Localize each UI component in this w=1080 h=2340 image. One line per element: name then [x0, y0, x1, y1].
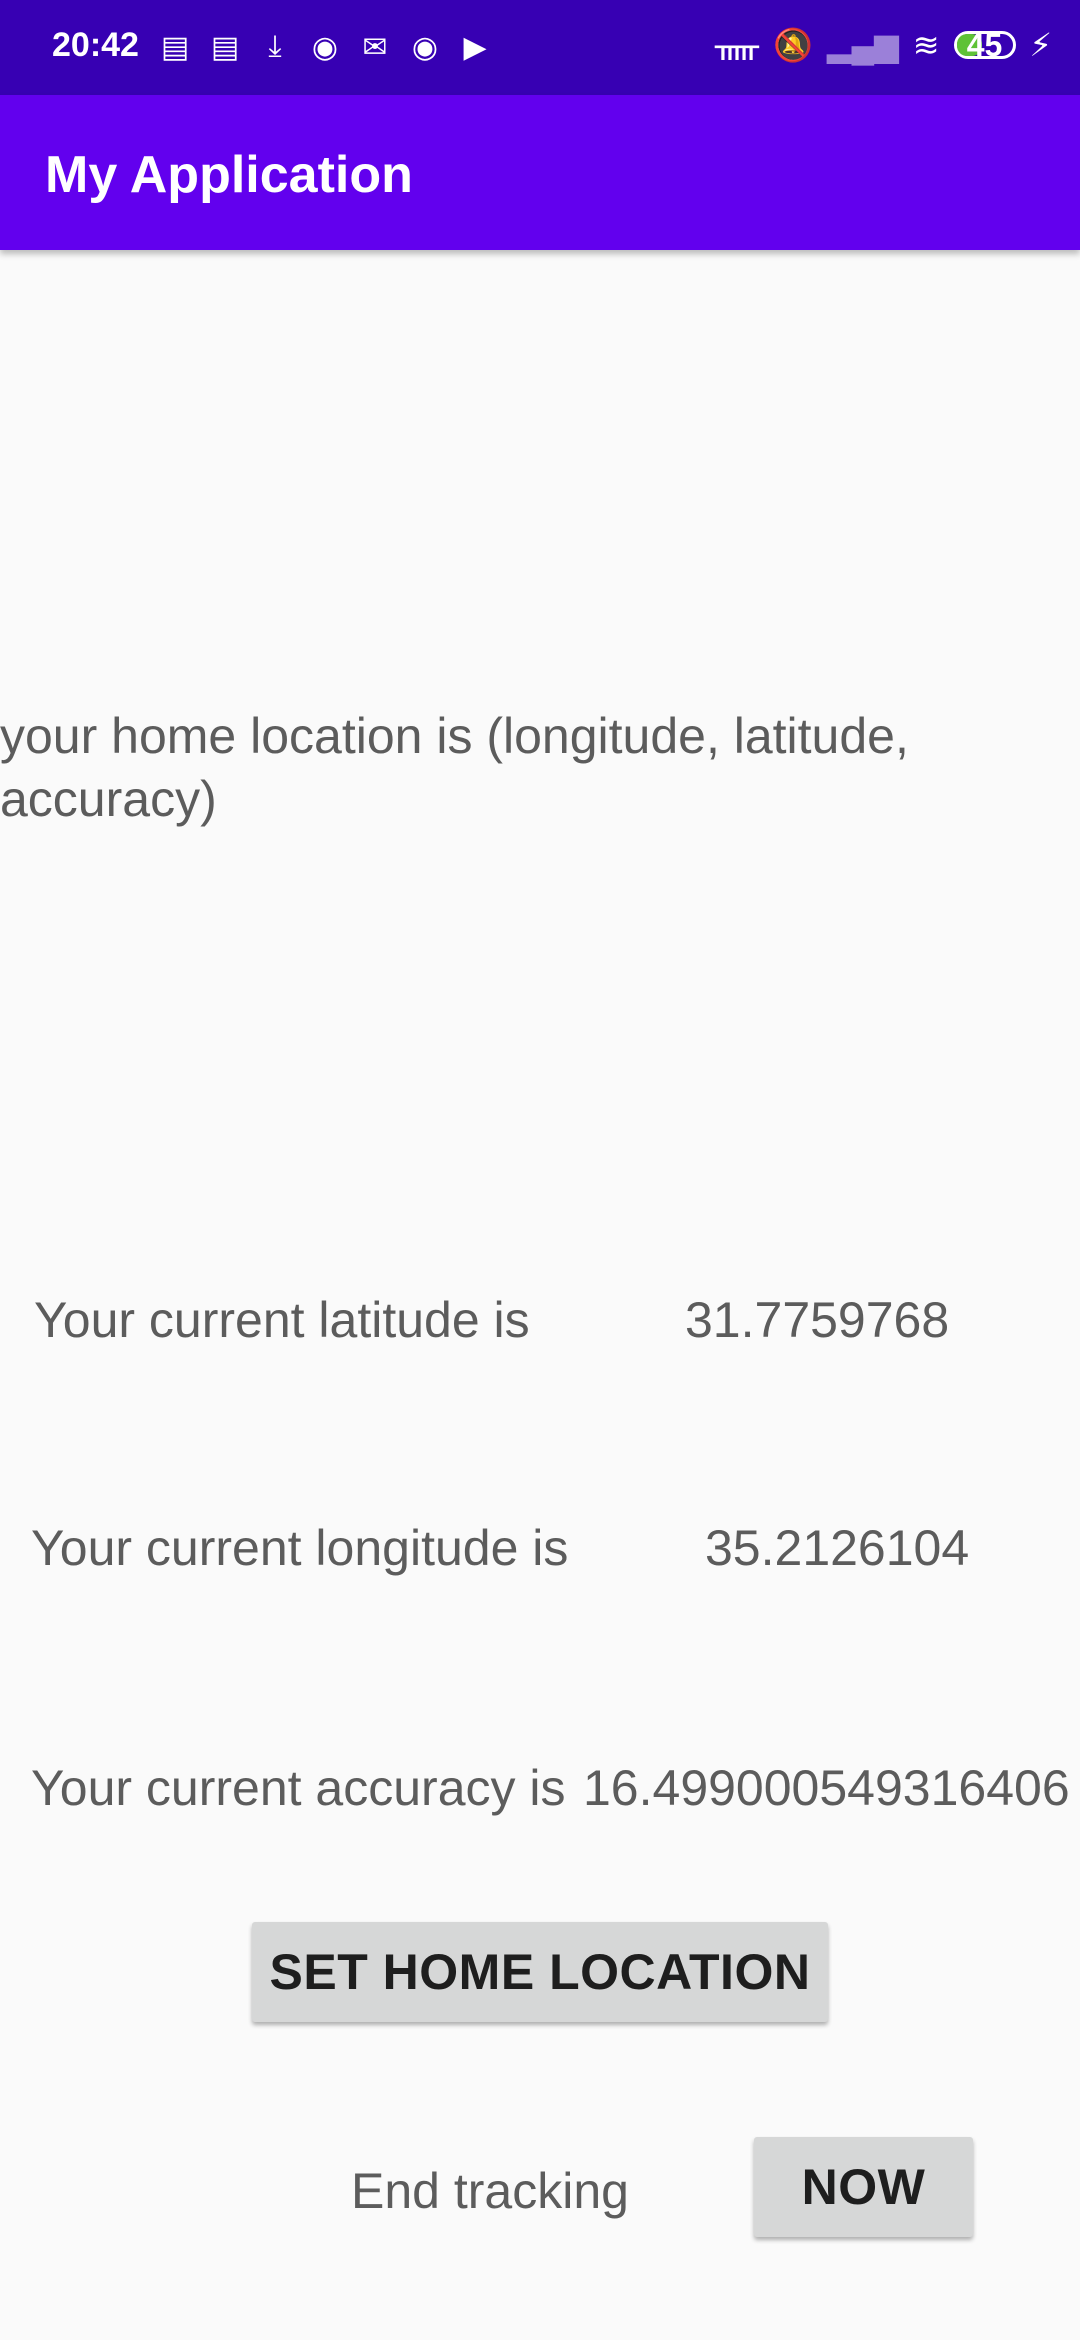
battery-level: 45	[966, 26, 1003, 63]
status-bar: 20:42 ▤ ▤ ⤓ ◉ ✉ ◉ ▶ ᚅ 🔕 ▂▄▆ ≋ 45 ⚡	[0, 0, 1080, 95]
app-title: My Application	[45, 146, 413, 204]
accuracy-label: Your current accuracy is	[31, 1760, 566, 1816]
now-button[interactable]: NOW	[754, 2137, 973, 2237]
message-icon: ▤	[210, 30, 240, 64]
end-tracking-label: End tracking	[351, 2163, 629, 2219]
longitude-value: 35.2126104	[705, 1520, 970, 1576]
message-icon: ▤	[160, 30, 190, 64]
play-icon: ▶	[463, 30, 487, 64]
system-icons: ᚅ 🔕 ▂▄▆ ≋ 45 ⚡	[715, 26, 1052, 64]
set-home-location-button[interactable]: SET HOME LOCATION	[252, 1922, 828, 2022]
accuracy-value: 16.499000549316406	[583, 1760, 1070, 1816]
home-location-label: your home location is (longitude, latitu…	[0, 708, 909, 827]
at-icon: ◉	[411, 30, 439, 64]
notification-icons: ▤ ▤ ⤓ ◉ ✉ ◉ ▶	[156, 28, 494, 66]
app-bar: My Application	[0, 95, 1080, 250]
charging-icon: ⚡	[1029, 27, 1052, 63]
longitude-label: Your current longitude is	[31, 1520, 569, 1576]
wifi-icon: ≋	[912, 27, 940, 63]
latitude-value: 31.7759768	[685, 1292, 950, 1348]
signal-icon: ▂▄▆	[826, 27, 899, 63]
battery-icon: 45	[953, 27, 1016, 63]
status-time: 20:42	[52, 26, 139, 64]
latitude-label: Your current latitude is	[34, 1292, 530, 1348]
mute-bell-icon: 🔕	[772, 27, 813, 63]
download-icon: ⤓	[268, 30, 282, 63]
mail-icon: ✉	[362, 30, 388, 64]
bluetooth-icon: ᚅ	[715, 27, 759, 63]
at-icon: ◉	[311, 30, 339, 64]
